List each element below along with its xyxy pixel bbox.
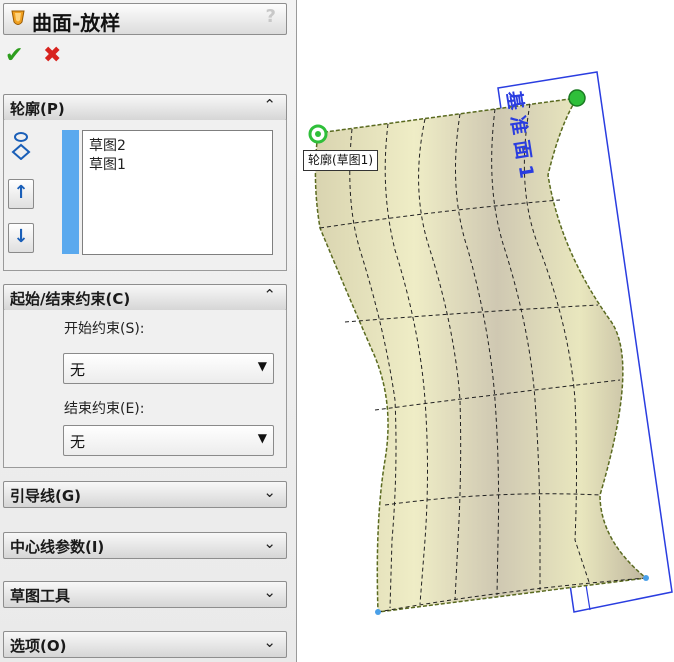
graphics-area[interactable]: 基准面1 [296, 0, 674, 662]
loft-surface[interactable] [314, 97, 648, 613]
start-constraint-label: 开始约束(S): [64, 321, 145, 337]
ok-button[interactable]: ✔ [5, 45, 23, 67]
expand-icon[interactable]: ⌄ [263, 633, 276, 651]
options-group-header[interactable]: 选项(O) ⌄ [3, 631, 287, 658]
panel-titlebar: 曲面-放样 ? [3, 3, 287, 35]
vertex-point-icon [643, 575, 649, 581]
profiles-list[interactable]: 草图2 草图1 [82, 130, 273, 255]
page-title: 曲面-放样 [32, 11, 121, 35]
start-constraint-select[interactable]: 无 ▼ [63, 353, 274, 384]
centerline-group-header[interactable]: 中心线参数(I) ⌄ [3, 532, 287, 559]
end-constraint-label: 结束约束(E): [64, 401, 145, 417]
collapse-icon[interactable]: ⌃ [263, 286, 276, 304]
list-item[interactable]: 草图1 [89, 154, 126, 174]
dropdown-arrow-icon: ▼ [257, 359, 267, 373]
vertex-point-icon [375, 609, 381, 615]
selection-color-bar [62, 130, 79, 254]
move-down-button[interactable]: ↓ [8, 223, 34, 253]
end-constraint-select[interactable]: 无 ▼ [63, 425, 274, 456]
loft-profile-icon [11, 132, 31, 160]
cancel-button[interactable]: ✖ [43, 45, 61, 67]
constraints-group-label: 起始/结束约束(C) [10, 290, 131, 308]
collapse-icon[interactable]: ⌃ [263, 96, 276, 114]
surface-loft-icon [11, 10, 25, 25]
dropdown-arrow-icon: ▼ [257, 431, 267, 445]
help-icon[interactable]: ? [266, 6, 276, 27]
profile-handle-icon[interactable] [308, 124, 328, 144]
expand-icon[interactable]: ⌄ [263, 534, 276, 552]
expand-icon[interactable]: ⌄ [263, 483, 276, 501]
profiles-group-label: 轮廓(P) [10, 100, 65, 118]
property-manager: 曲面-放样 ? ✔ ✖ 轮廓(P) ⌃ ↑ ↓ 草图2 草图1 起始/结束约束(… [0, 0, 297, 662]
profile-callout[interactable]: 轮廓(草图1) [303, 150, 378, 171]
connector-handle-icon[interactable] [568, 89, 586, 107]
constraints-group-header[interactable]: 起始/结束约束(C) ⌃ [3, 284, 287, 311]
profiles-group-header[interactable]: 轮廓(P) ⌃ [3, 94, 287, 121]
guides-group-header[interactable]: 引导线(G) ⌄ [3, 481, 287, 508]
expand-icon[interactable]: ⌄ [263, 583, 276, 601]
list-item[interactable]: 草图2 [89, 135, 126, 155]
move-up-button[interactable]: ↑ [8, 179, 34, 209]
sketch-tools-group-header[interactable]: 草图工具 ⌄ [3, 581, 287, 608]
